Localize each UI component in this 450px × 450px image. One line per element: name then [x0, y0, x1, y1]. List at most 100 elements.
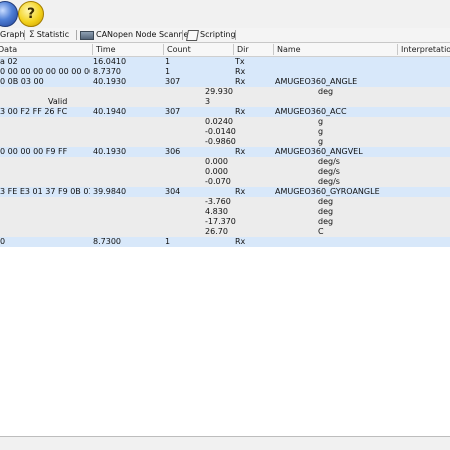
cell-dir: Rx: [235, 67, 246, 76]
column-header-dir[interactable]: Dir: [235, 43, 273, 56]
signal-row[interactable]: 0.0240 g: [0, 117, 450, 127]
signal-row[interactable]: -0.070 deg/s: [0, 177, 450, 187]
signal-row[interactable]: 0.000 deg/s: [0, 167, 450, 177]
cell-data: 0 00 00 00 00 00 00 00: [0, 67, 90, 76]
column-divider[interactable]: [163, 44, 164, 55]
cell-data: [0, 177, 90, 187]
message-row[interactable]: 0 0B 03 00 40.1930 307 Rx AMUGEO360_ANGLE: [0, 77, 450, 87]
tab-scripting-label: Scripting: [200, 30, 236, 39]
cell-interp: [399, 107, 450, 117]
cell-data: [0, 157, 90, 167]
cell-interp: [399, 137, 450, 147]
cell-interp: [399, 197, 450, 207]
cell-time: [93, 197, 161, 207]
cell-interp: [399, 187, 450, 197]
cell-data: a 02: [0, 57, 18, 66]
column-divider[interactable]: [397, 44, 398, 55]
cell-time: 39.9840: [93, 187, 127, 196]
signal-row[interactable]: Valid 3: [0, 97, 450, 107]
signal-row[interactable]: 0.000 deg/s: [0, 157, 450, 167]
message-row[interactable]: 0 8.7300 1 Rx: [0, 237, 450, 247]
cell-name: [275, 237, 395, 247]
signal-row[interactable]: 4.830 deg: [0, 207, 450, 217]
cell-data: [0, 87, 90, 97]
cell-data: 0 0B 03 00: [0, 77, 44, 86]
cell-dir: [235, 137, 273, 147]
signal-row[interactable]: -0.9860 g: [0, 137, 450, 147]
cell-data: 0: [0, 237, 6, 246]
cell-time: [93, 87, 161, 97]
tab-graph[interactable]: Graph: [0, 29, 25, 41]
column-divider[interactable]: [233, 44, 234, 55]
cell-time: 8.7370: [93, 67, 121, 76]
signal-row[interactable]: -0.0140 g: [0, 127, 450, 137]
message-row[interactable]: a 02 16.0410 1 Tx: [0, 57, 450, 67]
cell-interp: [399, 77, 450, 87]
column-header-interpretation[interactable]: Interpretation: [399, 43, 450, 56]
tab-scripting[interactable]: Scripting: [186, 29, 236, 41]
cell-data: [0, 167, 90, 177]
column-header-time[interactable]: Time: [94, 43, 162, 56]
tab-statistic[interactable]: Σ Statistic: [29, 29, 69, 41]
column-header-data[interactable]: Data: [0, 43, 92, 56]
cell-data: [0, 117, 90, 127]
cell-time: 16.0410: [93, 57, 127, 66]
tab-bar: Graph Σ Statistic CANopen Node Scanner S…: [0, 28, 450, 43]
cell-time: 40.1930: [93, 147, 127, 156]
message-row[interactable]: 3 FE E3 01 37 F9 0B 01 39.9840 304 Rx AMUGEO…: [0, 187, 450, 197]
column-divider[interactable]: [273, 44, 274, 55]
toolbar: ?: [0, 0, 450, 28]
cell-count: 304: [165, 187, 181, 196]
help-icon[interactable]: ?: [18, 1, 44, 27]
cell-time: 40.1940: [93, 107, 127, 116]
cell-dir: [235, 217, 273, 227]
cell-dir: Rx: [235, 107, 246, 116]
cell-time: [93, 137, 161, 147]
column-divider[interactable]: [92, 44, 93, 55]
cell-name: AMUGEO360_ANGLE: [275, 77, 358, 86]
cell-dir: [235, 177, 273, 187]
globe-icon[interactable]: [0, 1, 18, 27]
tab-graph-label: Graph: [0, 30, 25, 39]
tab-divider: [24, 30, 25, 40]
cell-time: 8.7300: [93, 237, 121, 246]
cell-dir: [235, 87, 273, 97]
signal-row[interactable]: 26.70 C: [0, 227, 450, 237]
cell-data: [0, 207, 90, 217]
cell-dir: [235, 197, 273, 207]
signal-row[interactable]: 29.930 deg: [0, 87, 450, 97]
cell-interp: [399, 217, 450, 227]
cell-dir: [235, 127, 273, 137]
cell-name: [275, 57, 395, 67]
cell-dir: Rx: [235, 237, 246, 246]
signal-row[interactable]: -3.760 deg: [0, 197, 450, 207]
cell-time: [93, 167, 161, 177]
cell-dir: [235, 227, 273, 237]
cell-data: [0, 127, 90, 137]
cell-interp: [399, 227, 450, 237]
tab-divider: [235, 30, 236, 40]
cell-interp: [399, 87, 450, 97]
cell-time: [93, 117, 161, 127]
cell-name: AMUGEO360_ACC: [275, 107, 347, 116]
cell-data: [0, 217, 90, 227]
column-header-name[interactable]: Name: [275, 43, 395, 56]
cell-name: AMUGEO360_ANGVEL: [275, 147, 363, 156]
message-row[interactable]: 0 00 00 00 F9 FF 40.1930 306 Rx AMUGEO360_AN…: [0, 147, 450, 157]
cell-time: 40.1930: [93, 77, 127, 86]
signal-row[interactable]: -17.370 deg: [0, 217, 450, 227]
tab-divider: [182, 30, 183, 40]
tab-canopen-node-scanner[interactable]: CANopen Node Scanner: [80, 29, 192, 41]
cell-count: 306: [165, 147, 181, 156]
message-row[interactable]: 0 00 00 00 00 00 00 00 8.7370 1 Rx: [0, 67, 450, 77]
column-header-count[interactable]: Count: [165, 43, 233, 56]
cell-dir: [235, 157, 273, 167]
cell-interp: [399, 157, 450, 167]
cell-time: [93, 157, 161, 167]
cell-count: 1: [165, 237, 171, 246]
cell-data: 3 FE E3 01 37 F9 0B 01: [0, 187, 90, 196]
cell-interp: [399, 167, 450, 177]
cell-dir: Rx: [235, 147, 246, 156]
cell-count: 1: [165, 57, 171, 66]
message-row[interactable]: 3 00 F2 FF 26 FC 40.1940 307 Rx AMUGEO360_AC…: [0, 107, 450, 117]
